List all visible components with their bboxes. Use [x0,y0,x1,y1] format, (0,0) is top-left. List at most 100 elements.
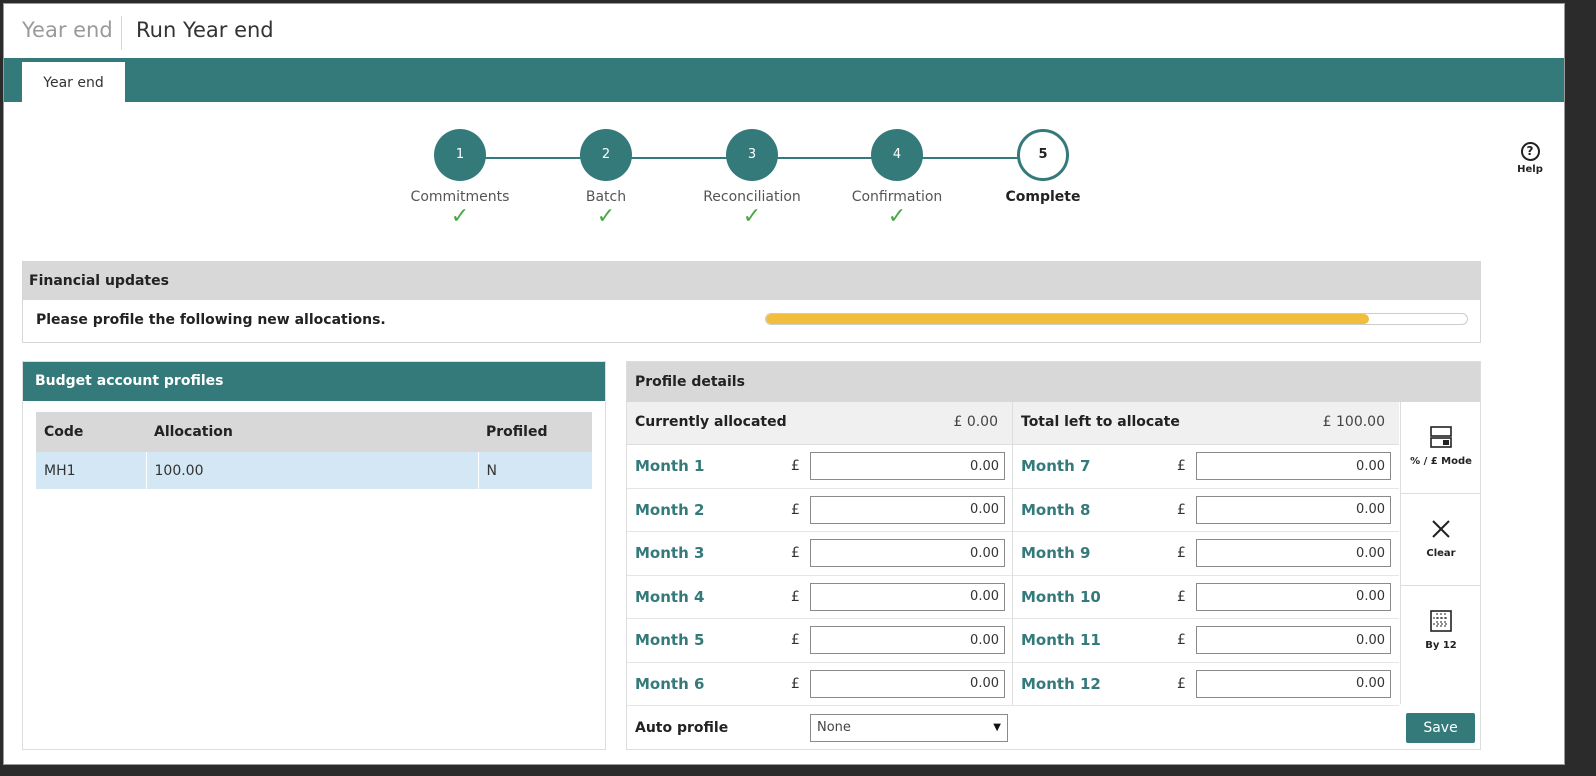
mode-toggle-button[interactable]: % / £ Mode [1401,402,1481,494]
column-header-profiled[interactable]: Profiled [478,412,592,452]
step-number: 2 [580,129,632,181]
month-6-input[interactable] [810,669,1005,698]
currently-allocated-value: £ 0.00 [953,414,998,430]
currency-symbol: £ [791,632,800,648]
month-9-input[interactable] [1196,539,1391,567]
step-label: Commitments [410,189,510,205]
currency-symbol: £ [1177,632,1186,648]
save-button[interactable]: Save [1406,713,1475,743]
app-window: Year end Run Year end Year end ? Help 1 … [3,3,1565,765]
clear-button[interactable]: Clear [1401,494,1481,586]
tab-bar: Year end [4,58,1564,102]
column-header-allocation[interactable]: Allocation [146,412,478,452]
checkmark-icon: ✓ [742,204,762,229]
month-label: Month 1 [635,457,705,475]
step-number: 5 [1017,129,1069,181]
auto-profile-label: Auto profile [635,720,729,736]
step-confirmation: 4 Confirmation ✓ [827,129,967,229]
budget-account-profiles-panel: Budget account profiles Code Allocation … [22,361,606,750]
month-label: Month 2 [635,500,705,519]
month-2-input[interactable] [810,495,1005,524]
month-label: Month 3 [635,544,705,562]
cell-code: MH1 [36,452,147,489]
currently-allocated-label: Currently allocated [635,414,787,430]
close-icon [1428,516,1454,542]
column-header-code[interactable]: Code [36,412,146,452]
auto-profile-value: None [817,720,851,735]
currency-symbol: £ [791,501,800,518]
step-label: Batch [585,189,627,205]
month-row: Month 3 £ Month 9 £ [627,532,1399,576]
month-label: Month 8 [1021,500,1091,519]
currency-symbol: £ [791,545,800,561]
currency-symbol: £ [1177,501,1186,518]
financial-updates-title: Financial updates [23,262,1480,300]
financial-updates-panel: Financial updates Please profile the fol… [22,261,1481,343]
month-row: Month 1 £ Month 7 £ [627,445,1399,489]
month-3-input[interactable] [810,539,1005,567]
toggle-mode-icon [1428,424,1454,450]
month-row: Month 5 £ Month 11 £ [627,619,1399,663]
step-label: Complete [1005,189,1081,205]
chevron-down-icon: ▼ [993,722,1001,733]
auto-profile-select[interactable]: None ▼ [810,714,1008,742]
month-12-input[interactable] [1196,669,1391,698]
profile-details-footer: Auto profile None ▼ Save [627,706,1482,750]
total-left-label: Total left to allocate [1021,414,1180,430]
step-label: Reconciliation [703,189,801,205]
month-row: Month 6 £ Month 12 £ [627,663,1399,706]
month-11-input[interactable] [1196,626,1391,654]
progress-bar-fill [766,314,1369,324]
month-label: Month 5 [635,631,705,649]
profile-tools: % / £ Mode Clear By 12 [1400,402,1481,704]
currency-symbol: £ [1177,545,1186,561]
month-label: Month 11 [1021,631,1101,649]
breadcrumb-divider [121,16,122,50]
step-number: 4 [871,129,923,181]
month-1-input[interactable] [810,452,1005,480]
tab-year-end[interactable]: Year end [22,62,125,102]
currency-symbol: £ [791,458,800,474]
allocation-summary-row: Currently allocated £ 0.00 Total left to… [627,402,1399,445]
month-row: Month 4 £ Month 10 £ [627,576,1399,619]
total-left-value: £ 100.00 [1322,414,1385,430]
step-complete: 5 Complete [973,129,1113,205]
breadcrumb-parent[interactable]: Year end [22,18,113,42]
step-number: 1 [434,129,486,181]
by-12-label: By 12 [1425,640,1457,651]
month-8-input[interactable] [1196,495,1391,524]
month-10-input[interactable] [1196,582,1391,611]
step-label: Confirmation [851,189,943,205]
month-grid: Currently allocated £ 0.00 Total left to… [627,402,1399,706]
currency-symbol: £ [791,588,800,605]
currency-symbol: £ [1177,588,1186,605]
progress-stepper: 1 Commitments ✓ 2 Batch ✓ 3 Reconciliati… [4,129,1564,239]
cell-profiled: N [478,452,592,489]
budget-profiles-title: Budget account profiles [23,362,605,401]
month-label: Month 6 [635,674,705,693]
budget-profiles-table: Code Allocation Profiled MH1 100.00 N [36,412,592,489]
calendar-grid-icon [1428,608,1454,634]
column-divider [1012,402,1013,705]
progress-bar [765,313,1468,325]
clear-label: Clear [1426,548,1456,559]
currency-symbol: £ [1177,458,1186,474]
table-row[interactable]: MH1 100.00 N [36,452,592,489]
checkmark-icon: ✓ [596,204,616,229]
month-row: Month 2 £ Month 8 £ [627,489,1399,532]
step-batch: 2 Batch ✓ [536,129,676,229]
currency-symbol: £ [791,675,800,692]
step-reconciliation: 3 Reconciliation ✓ [682,129,822,229]
profile-details-panel: Profile details Currently allocated £ 0.… [626,361,1481,750]
month-label: Month 12 [1021,674,1101,693]
by-12-button[interactable]: By 12 [1401,586,1481,678]
month-label: Month 10 [1021,587,1101,606]
financial-updates-message: Please profile the following new allocat… [36,312,386,328]
month-5-input[interactable] [810,626,1005,654]
month-4-input[interactable] [810,582,1005,611]
month-label: Month 7 [1021,457,1091,475]
mode-toggle-label: % / £ Mode [1410,456,1472,467]
checkmark-icon: ✓ [887,204,907,229]
month-7-input[interactable] [1196,452,1391,480]
currency-symbol: £ [1177,675,1186,692]
